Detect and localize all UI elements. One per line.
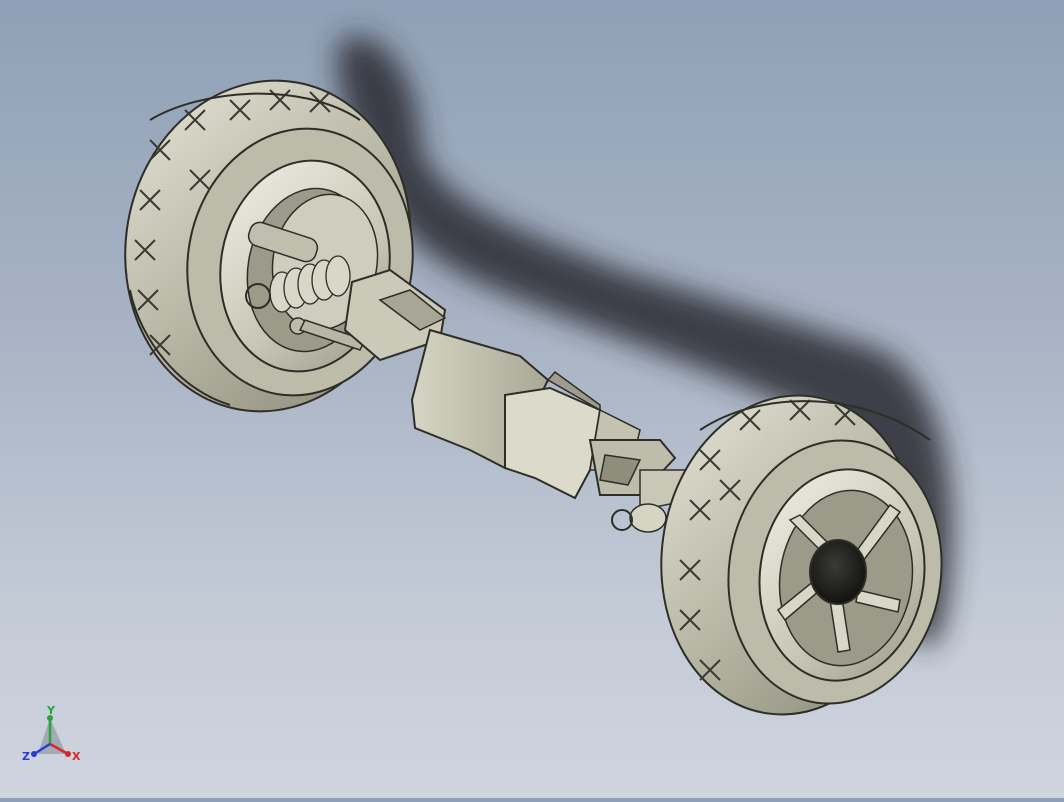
hub-cap: [809, 539, 867, 605]
x-axis-label: X: [72, 750, 81, 763]
x-axis-tip: [65, 751, 71, 757]
triad-graphic: Y X Z: [22, 704, 81, 763]
z-axis-tip: [31, 751, 37, 757]
z-axis-label: Z: [22, 750, 30, 763]
cad-viewport[interactable]: Y X Z: [0, 0, 1064, 798]
model-canvas[interactable]: [0, 0, 1064, 798]
y-axis-label: Y: [46, 704, 56, 717]
orientation-triad[interactable]: Y X Z: [16, 700, 96, 780]
